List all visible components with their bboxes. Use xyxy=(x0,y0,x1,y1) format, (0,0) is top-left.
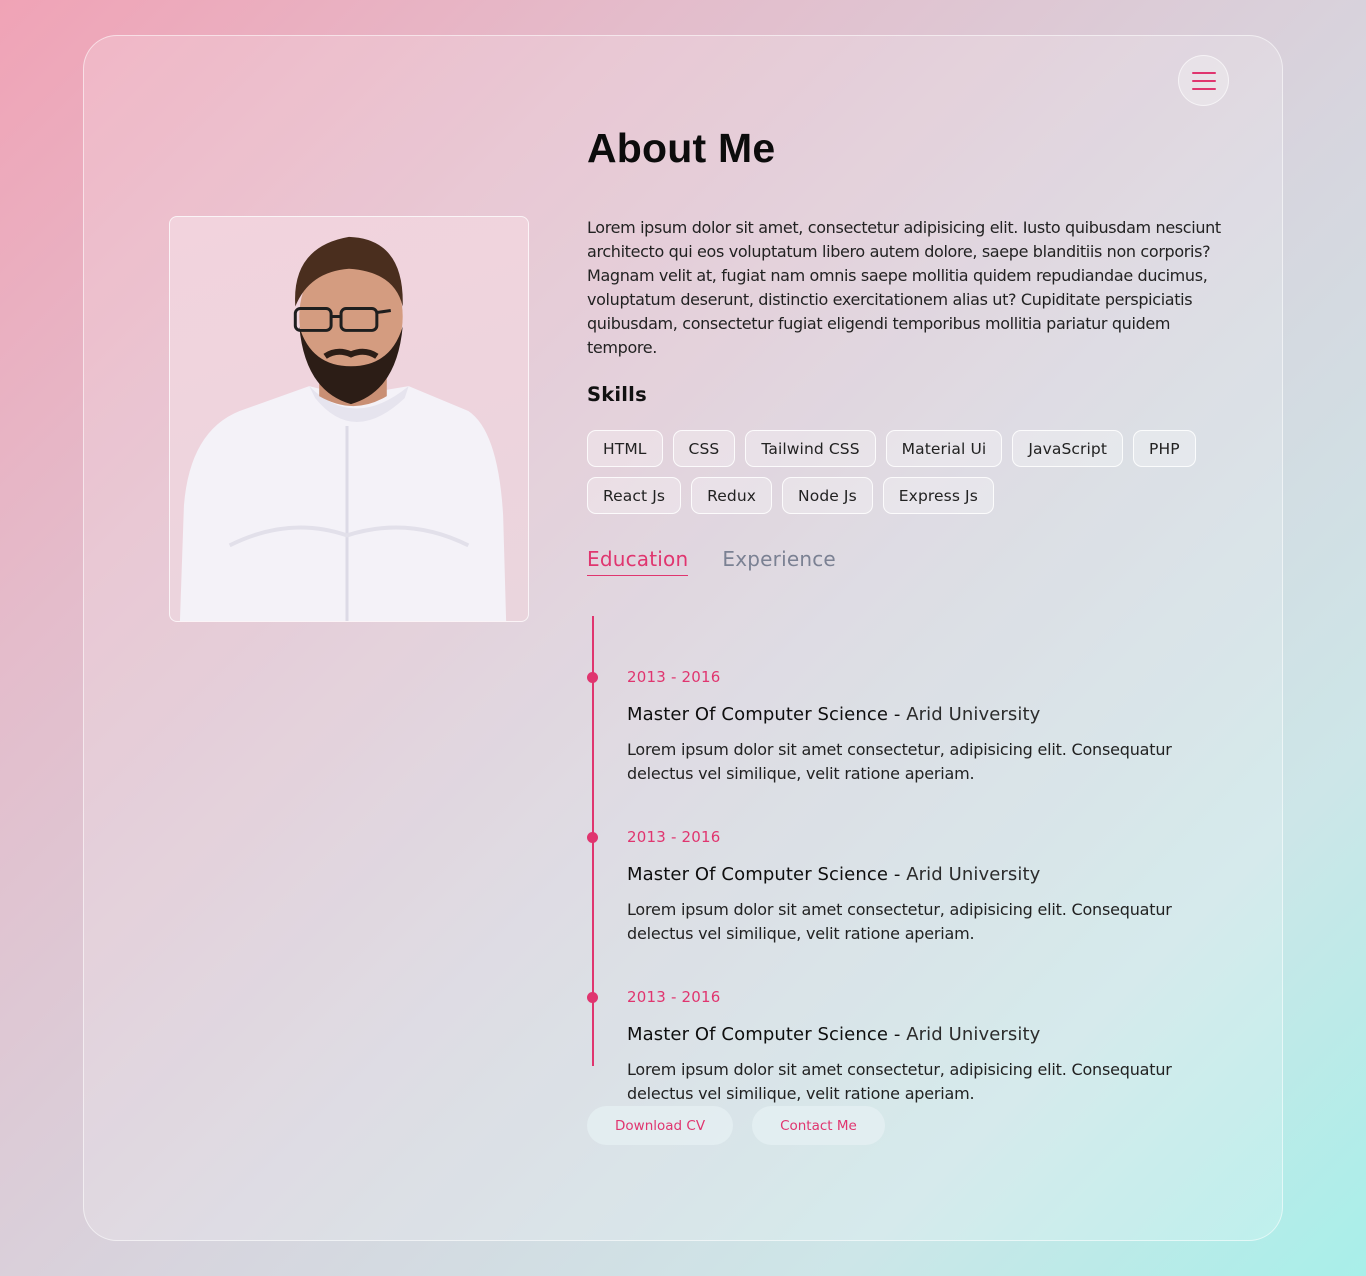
skill-chip-css[interactable]: CSS xyxy=(672,430,736,467)
page-title: About Me xyxy=(587,125,776,171)
timeline-dot xyxy=(587,992,598,1003)
profile-photo-illustration xyxy=(179,236,507,621)
skill-chip-tailwind-css[interactable]: Tailwind CSS xyxy=(745,430,876,467)
skill-chip-javascript[interactable]: JavaScript xyxy=(1012,430,1124,467)
education-timeline: 2013 - 2016 Master Of Computer Science -… xyxy=(587,616,1227,1103)
skills-list: HTML CSS Tailwind CSS Material Ui JavaSc… xyxy=(587,430,1227,514)
action-buttons: Download CV Contact Me xyxy=(587,1106,885,1145)
skills-heading: Skills xyxy=(587,383,647,406)
profile-photo xyxy=(169,216,529,622)
tab-experience[interactable]: Experience xyxy=(722,547,836,576)
timeline-date: 2013 - 2016 xyxy=(627,828,721,846)
timeline-dot xyxy=(587,832,598,843)
timeline-heading: Master Of Computer Science - Arid Univer… xyxy=(627,864,1040,885)
skill-chip-node-js[interactable]: Node Js xyxy=(782,477,873,514)
timeline-heading: Master Of Computer Science - Arid Univer… xyxy=(627,1024,1040,1045)
about-text: Lorem ipsum dolor sit amet, consectetur … xyxy=(587,218,1221,357)
contact-me-button[interactable]: Contact Me xyxy=(752,1106,885,1145)
timeline-institution: Arid University xyxy=(906,864,1041,885)
menu-bar xyxy=(1191,79,1216,82)
timeline-date: 2013 - 2016 xyxy=(627,988,721,1006)
timeline-heading: Master Of Computer Science - Arid Univer… xyxy=(627,704,1040,725)
timeline-separator: - xyxy=(888,864,907,885)
skill-chip-express-js[interactable]: Express Js xyxy=(882,477,994,514)
skill-chip-redux[interactable]: Redux xyxy=(691,477,773,514)
timeline-date: 2013 - 2016 xyxy=(627,668,721,686)
timeline-separator: - xyxy=(888,704,907,725)
timeline-degree: Master Of Computer Science xyxy=(627,1024,888,1045)
skill-chip-html[interactable]: HTML xyxy=(587,430,663,467)
skill-chip-php[interactable]: PHP xyxy=(1133,430,1196,467)
skill-chip-react-js[interactable]: React Js xyxy=(587,477,682,514)
timeline-institution: Arid University xyxy=(906,704,1041,725)
timeline-description: Lorem ipsum dolor sit amet consectetur, … xyxy=(627,740,1172,783)
timeline-institution: Arid University xyxy=(906,1024,1041,1045)
tab-education[interactable]: Education xyxy=(587,547,689,576)
download-cv-button[interactable]: Download CV xyxy=(587,1106,734,1145)
skill-chip-material-ui[interactable]: Material Ui xyxy=(885,430,1003,467)
timeline-separator: - xyxy=(888,1024,907,1045)
timeline-degree: Master Of Computer Science xyxy=(627,704,888,725)
menu-bar xyxy=(1191,71,1216,74)
timeline-description: Lorem ipsum dolor sit amet consectetur, … xyxy=(627,900,1172,943)
timeline-description: Lorem ipsum dolor sit amet consectetur, … xyxy=(627,1060,1172,1103)
tabs: Education Experience xyxy=(587,547,836,576)
timeline-dot xyxy=(587,672,598,683)
about-card: About Me Lorem ipsum dolor sit amet, con… xyxy=(83,35,1283,1241)
menu-bar xyxy=(1191,87,1216,90)
timeline-degree: Master Of Computer Science xyxy=(627,864,888,885)
hamburger-menu-icon[interactable] xyxy=(1178,55,1229,106)
